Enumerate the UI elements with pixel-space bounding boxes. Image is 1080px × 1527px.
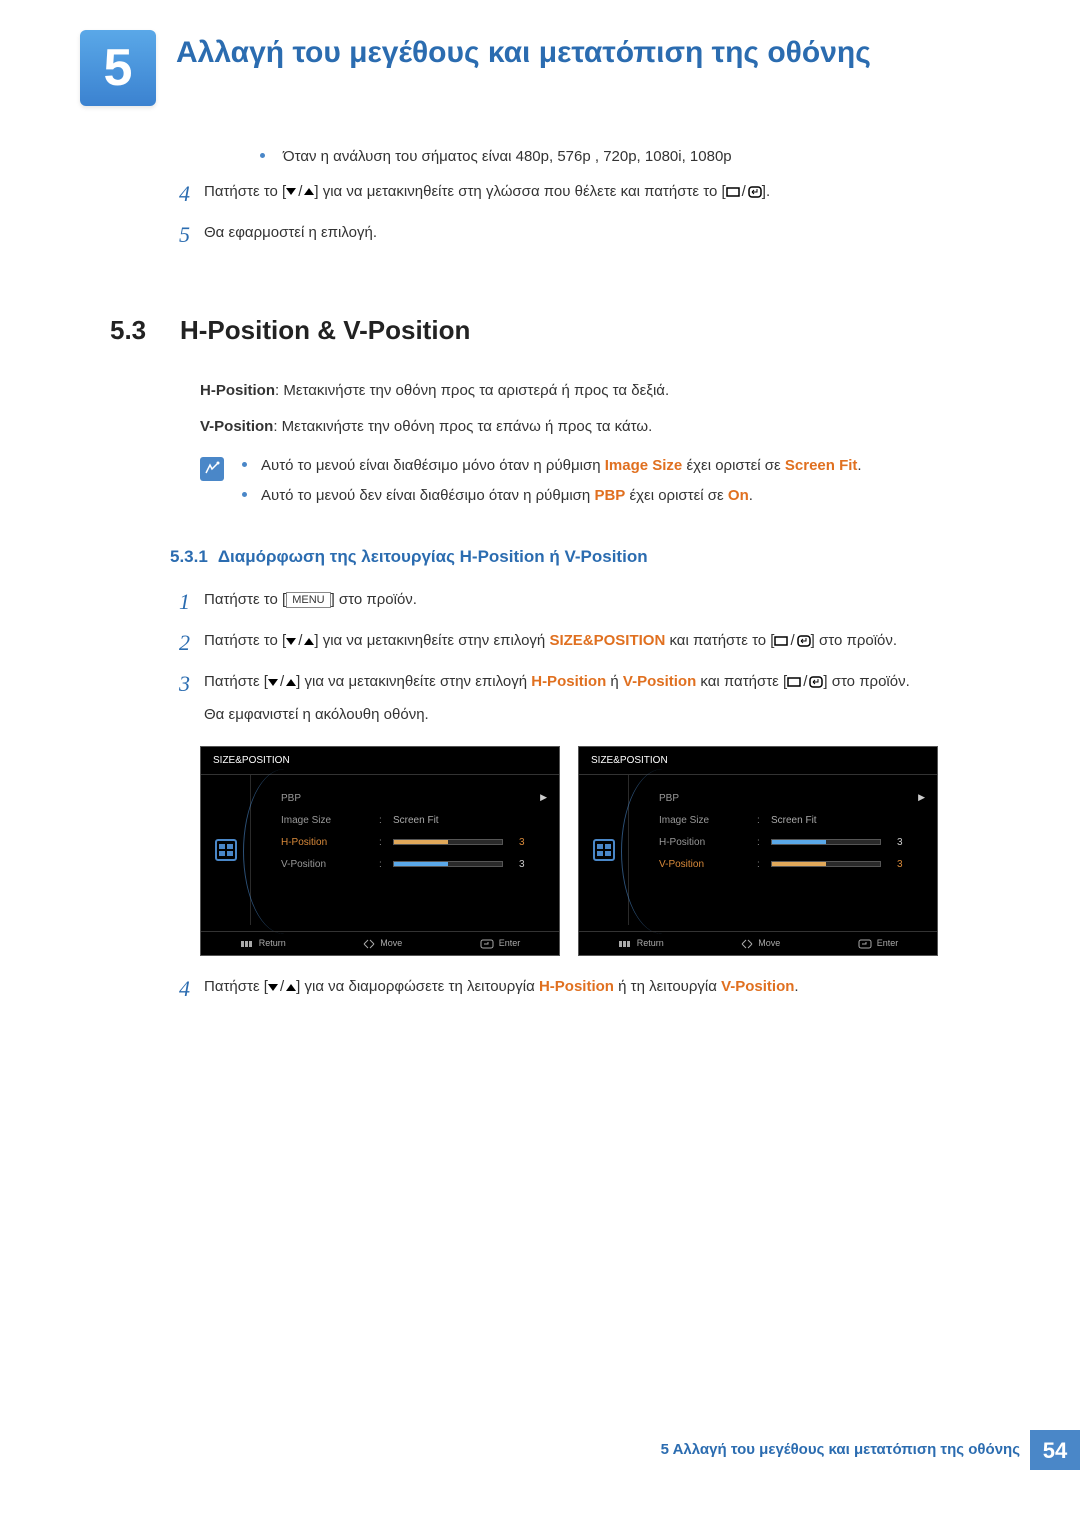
osd-pair: SIZE&POSITION PBP ▶ Image S <box>200 746 1000 956</box>
section-number: 5.3 <box>110 311 160 350</box>
chapter-number-badge: 5 <box>80 30 156 106</box>
enter-icon <box>858 939 872 949</box>
step-number: 4 <box>170 972 190 1005</box>
triangle-up-icon <box>286 679 296 686</box>
osd-footer: Return Move Enter <box>579 931 937 955</box>
step-number: 3 <box>170 667 190 700</box>
osd-item-pbp: PBP ▶ <box>659 787 925 809</box>
enter-icon <box>748 186 762 198</box>
section-title: H-Position & V-Position <box>180 311 470 350</box>
return-icon <box>240 940 254 948</box>
osd-slider <box>393 839 503 845</box>
note-block: Αυτό το μενού είναι διαθέσιμο μόνο όταν … <box>200 455 1000 516</box>
chapter-title: Αλλαγή του μεγέθους και μετατόπιση της ο… <box>176 30 871 72</box>
footer-page-number: 54 <box>1030 1430 1080 1470</box>
intro-bullet-text: Όταν η ανάλυση του σήματος είναι 480p, 5… <box>283 146 732 169</box>
osd-title: SIZE&POSITION <box>201 747 559 775</box>
vposition-desc: V-Position: Μετακινήστε την οθόνη προς τ… <box>200 416 1000 439</box>
triangle-down-icon <box>268 679 278 686</box>
osd-enter: Enter <box>480 937 521 951</box>
osd-title: SIZE&POSITION <box>579 747 937 775</box>
chevron-right-icon: ▶ <box>540 791 547 805</box>
note-line-1: Αυτό το μενού είναι διαθέσιμο μόνο όταν … <box>242 455 1000 478</box>
triangle-up-icon <box>304 638 314 645</box>
osd-item-hposition: H-Position : 3 <box>659 831 925 853</box>
step-number: 2 <box>170 626 190 659</box>
step-text: Θα εφαρμοστεί η επιλογή. <box>204 218 1000 245</box>
rect-icon <box>726 187 740 197</box>
osd-slider <box>771 839 881 845</box>
hposition-desc: H-Position: Μετακινήστε την οθόνη προς τ… <box>200 380 1000 403</box>
enter-icon <box>797 635 811 647</box>
step-text: Πατήστε το [/] για να μετακινηθείτε στη … <box>204 177 1000 204</box>
step-number: 1 <box>170 585 190 618</box>
page-footer: 5 Αλλαγή του μεγέθους και μετατόπιση της… <box>0 1430 1080 1470</box>
intro-bullet: Όταν η ανάλυση του σήματος είναι 480p, 5… <box>260 146 1000 169</box>
step-2: 2 Πατήστε το [/] για να μετακινηθείτε στ… <box>170 626 1000 659</box>
footer-text: 5 Αλλαγή του μεγέθους και μετατόπιση της… <box>661 1439 1020 1462</box>
osd-move: Move <box>741 937 780 951</box>
osd-panel-vposition: SIZE&POSITION PBP ▶ Image S <box>578 746 938 956</box>
note-line-2: Αυτό το μενού δεν είναι διαθέσιμο όταν η… <box>242 485 1000 508</box>
step-3: 3 Πατήστε [/] για να μετακινηθείτε στην … <box>170 667 1000 726</box>
rect-icon <box>774 636 788 646</box>
bullet-dot-icon <box>260 153 265 158</box>
step-number: 5 <box>170 218 190 251</box>
osd-slider <box>393 861 503 867</box>
osd-item-hposition: H-Position : 3 <box>281 831 547 853</box>
osd-item-pbp: PBP ▶ <box>281 787 547 809</box>
enter-icon <box>480 939 494 949</box>
rect-icon <box>787 677 801 687</box>
note-icon <box>200 457 224 481</box>
osd-enter: Enter <box>858 937 899 951</box>
subsection-title: Διαμόρφωση της λειτουργίας H-Position ή … <box>218 547 648 566</box>
osd-footer: Return Move Enter <box>201 931 559 955</box>
triangle-down-icon <box>286 638 296 645</box>
chapter-header: 5 Αλλαγή του μεγέθους και μετατόπιση της… <box>80 30 1000 106</box>
step-number: 4 <box>170 177 190 210</box>
menu-button-icon: MENU <box>286 592 330 608</box>
step-1: 1 Πατήστε το [MENU] στο προϊόν. <box>170 585 1000 618</box>
enter-icon <box>809 676 823 688</box>
triangle-down-icon <box>286 188 296 195</box>
osd-category-icon <box>593 839 615 861</box>
osd-item-vposition: V-Position : 3 <box>281 853 547 875</box>
osd-return: Return <box>618 937 664 951</box>
subsection-heading: 5.3.1 Διαμόρφωση της λειτουργίας H-Positi… <box>170 544 1000 570</box>
step-5a: 5 Θα εφαρμοστεί η επιλογή. <box>170 218 1000 251</box>
osd-slider <box>771 861 881 867</box>
section-heading: 5.3 H-Position & V-Position <box>110 311 1000 350</box>
step-4a: 4 Πατήστε το [/] για να μετακινηθείτε στ… <box>170 177 1000 210</box>
subsection-number: 5.3.1 <box>170 547 208 566</box>
step-4: 4 Πατήστε [/] για να διαμορφώσετε τη λει… <box>170 972 1000 1005</box>
osd-item-image-size: Image Size : Screen Fit <box>281 809 547 831</box>
move-icon <box>363 939 375 949</box>
chevron-right-icon: ▶ <box>918 791 925 805</box>
osd-move: Move <box>363 937 402 951</box>
triangle-down-icon <box>268 984 278 991</box>
osd-return: Return <box>240 937 286 951</box>
osd-item-image-size: Image Size : Screen Fit <box>659 809 925 831</box>
osd-item-vposition: V-Position : 3 <box>659 853 925 875</box>
step-3-subtext: Θα εμφανιστεί η ακόλουθη οθόνη. <box>204 704 1000 727</box>
move-icon <box>741 939 753 949</box>
bullet-dot-icon <box>242 492 247 497</box>
triangle-up-icon <box>286 984 296 991</box>
triangle-up-icon <box>304 188 314 195</box>
osd-category-icon <box>215 839 237 861</box>
return-icon <box>618 940 632 948</box>
osd-panel-hposition: SIZE&POSITION PBP ▶ Image S <box>200 746 560 956</box>
bullet-dot-icon <box>242 462 247 467</box>
